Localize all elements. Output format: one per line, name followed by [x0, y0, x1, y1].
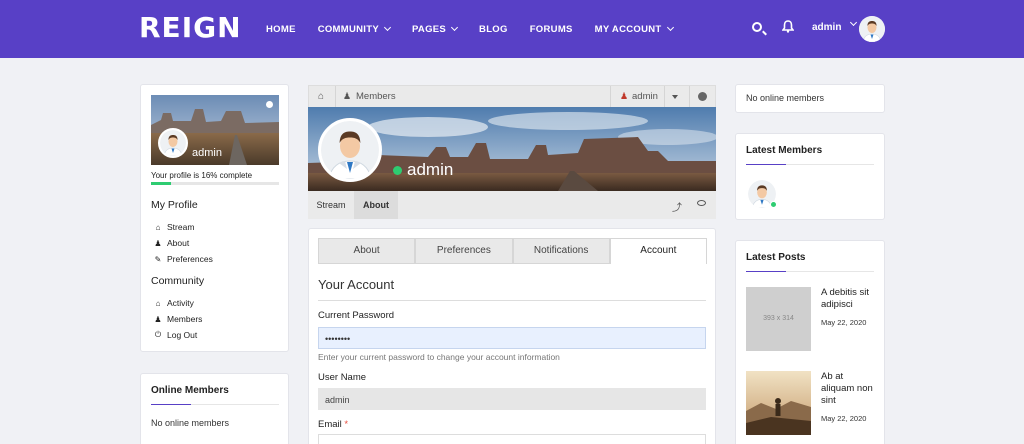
online-members-text: No online members	[151, 418, 230, 428]
caret-down-icon[interactable]	[672, 95, 678, 99]
latest-posts-heading: Latest Posts	[746, 252, 806, 263]
nav-home[interactable]: HOME	[266, 24, 296, 35]
menu-item-preferences[interactable]: ✎ Preferences	[153, 254, 213, 264]
user-icon: ♟	[620, 91, 629, 101]
online-members-heading: Online Members	[151, 385, 229, 396]
placeholder-size-text: 393 x 314	[763, 315, 794, 322]
tab-stream[interactable]: Stream	[308, 191, 354, 219]
settings-tab-notifications[interactable]: Notifications	[512, 238, 610, 264]
avatar[interactable]	[158, 128, 188, 158]
profile-subnav: Stream About ⤴	[308, 191, 716, 219]
divider	[318, 300, 706, 301]
post-date: May 22, 2020	[821, 318, 867, 327]
globe-icon[interactable]	[698, 92, 707, 101]
site-logo[interactable]: REIGN	[139, 13, 242, 43]
profile-card: admin Your profile is 16% complete My Pr…	[140, 84, 289, 352]
post-title[interactable]: Ab at aliquam non sint	[821, 371, 879, 407]
password-hint: Enter your current password to change yo…	[318, 352, 560, 362]
divider	[746, 271, 874, 272]
members-icon: ♟	[154, 314, 162, 324]
online-members-card: No online members	[735, 84, 885, 113]
top-navigation-bar: REIGN HOME COMMUNITY PAGES BLOG FORUMS M…	[0, 0, 1024, 58]
home-icon: ⌂	[155, 222, 161, 232]
email-field[interactable]	[318, 434, 706, 444]
eye-icon[interactable]	[697, 200, 706, 206]
search-icon[interactable]	[752, 22, 762, 32]
profile-breadcrumb: ⌂ ♟ Members ♟ admin	[308, 85, 716, 108]
settings-tab-account[interactable]: Account	[609, 238, 707, 264]
divider	[151, 404, 279, 405]
chevron-down-icon	[451, 23, 459, 32]
online-status-dot	[393, 166, 402, 175]
chevron-down-icon[interactable]	[849, 18, 858, 27]
home-icon: ⌂	[155, 298, 161, 308]
nav-forums[interactable]: FORUMS	[530, 24, 573, 35]
my-profile-heading: My Profile	[151, 199, 198, 211]
chevron-down-icon	[666, 23, 674, 32]
profile-name[interactable]: admin	[192, 147, 222, 159]
members-icon: ♟	[343, 91, 352, 101]
profile-progress-text: Your profile is 16% complete	[151, 171, 253, 180]
divider	[746, 164, 874, 165]
username-label: User Name	[318, 372, 367, 383]
settings-tab-preferences[interactable]: Preferences	[415, 238, 513, 264]
chevron-down-icon	[383, 23, 392, 32]
edit-icon: ✎	[154, 254, 162, 264]
post-thumbnail[interactable]	[746, 371, 811, 435]
nav-community[interactable]: COMMUNITY	[318, 23, 392, 35]
main-nav: HOME COMMUNITY PAGES BLOG FORUMS MY ACCO…	[266, 0, 695, 58]
menu-item-stream[interactable]: ⌂ Stream	[153, 222, 195, 232]
community-heading: Community	[151, 275, 205, 287]
current-password-field[interactable]: ••••••••	[318, 327, 706, 349]
user-icon: ♟	[154, 238, 162, 248]
tab-about[interactable]: About	[354, 191, 398, 219]
username-field: admin	[318, 388, 706, 410]
bell-icon[interactable]	[782, 20, 794, 33]
profile-progress-bar	[151, 182, 279, 185]
nav-pages[interactable]: PAGES	[412, 23, 459, 35]
post-date: May 22, 2020	[821, 414, 867, 423]
latest-members-heading: Latest Members	[746, 145, 823, 156]
nav-blog[interactable]: BLOG	[479, 24, 508, 35]
power-icon: ⏻	[154, 330, 162, 339]
settings-tab-about[interactable]: About	[318, 238, 416, 264]
section-title: Your Account	[318, 277, 395, 292]
latest-posts-widget: Latest Posts 393 x 314 A debitis sit adi…	[735, 240, 885, 444]
menu-item-members[interactable]: ♟ Members	[153, 314, 202, 324]
edit-cover-icon[interactable]	[266, 101, 273, 108]
email-label: Email *	[318, 419, 349, 430]
avatar[interactable]	[318, 118, 382, 182]
home-icon[interactable]: ⌂	[318, 91, 324, 102]
online-members-widget: Online Members No online members	[140, 373, 289, 444]
menu-item-about[interactable]: ♟ About	[153, 238, 189, 248]
online-status-dot	[770, 201, 777, 208]
avatar[interactable]	[859, 16, 885, 42]
current-password-label: Current Password	[318, 310, 395, 321]
post-thumbnail[interactable]: 393 x 314	[746, 287, 811, 351]
menu-item-logout[interactable]: ⏻ Log Out	[153, 330, 197, 340]
progress-fill	[151, 182, 172, 185]
post-title[interactable]: A debitis sit adipisci	[821, 287, 879, 311]
nav-my-account[interactable]: MY ACCOUNT	[595, 23, 674, 35]
menu-item-activity[interactable]: ⌂ Activity	[153, 298, 194, 308]
profile-display-name: admin	[407, 160, 454, 179]
online-members-text: No online members	[746, 93, 825, 103]
breadcrumb-members-link[interactable]: Members	[356, 91, 396, 102]
breadcrumb-user-link[interactable]: admin	[632, 91, 658, 102]
profile-cover-thumbnail[interactable]: admin	[151, 95, 279, 165]
settings-tabs: About Preferences Notifications Account	[318, 238, 707, 264]
user-menu-name[interactable]: admin	[812, 22, 841, 33]
latest-members-widget: Latest Members	[735, 133, 885, 220]
share-icon[interactable]: ⤴	[672, 199, 682, 214]
